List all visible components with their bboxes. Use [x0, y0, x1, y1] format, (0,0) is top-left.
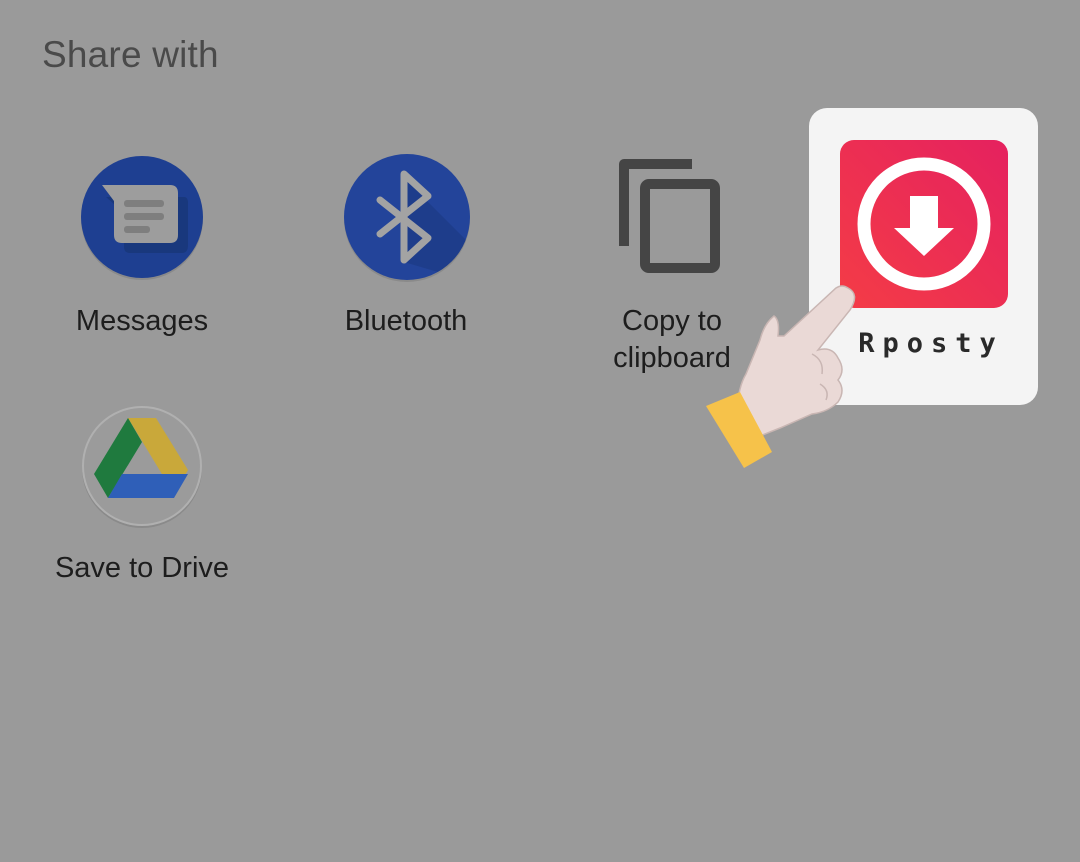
copy-icon — [619, 159, 720, 273]
bluetooth-icon — [344, 154, 470, 282]
messages-icon — [81, 156, 203, 280]
rposty-download-icon — [840, 140, 1008, 308]
share-target-label: Messages — [75, 305, 209, 337]
share-target-label: Save to Drive — [54, 552, 230, 584]
share-target-label: Bluetooth — [344, 305, 468, 337]
share-sheet-title: Share with — [42, 34, 219, 75]
google-drive-icon — [82, 406, 202, 528]
pointing-hand-icon — [706, 285, 856, 468]
